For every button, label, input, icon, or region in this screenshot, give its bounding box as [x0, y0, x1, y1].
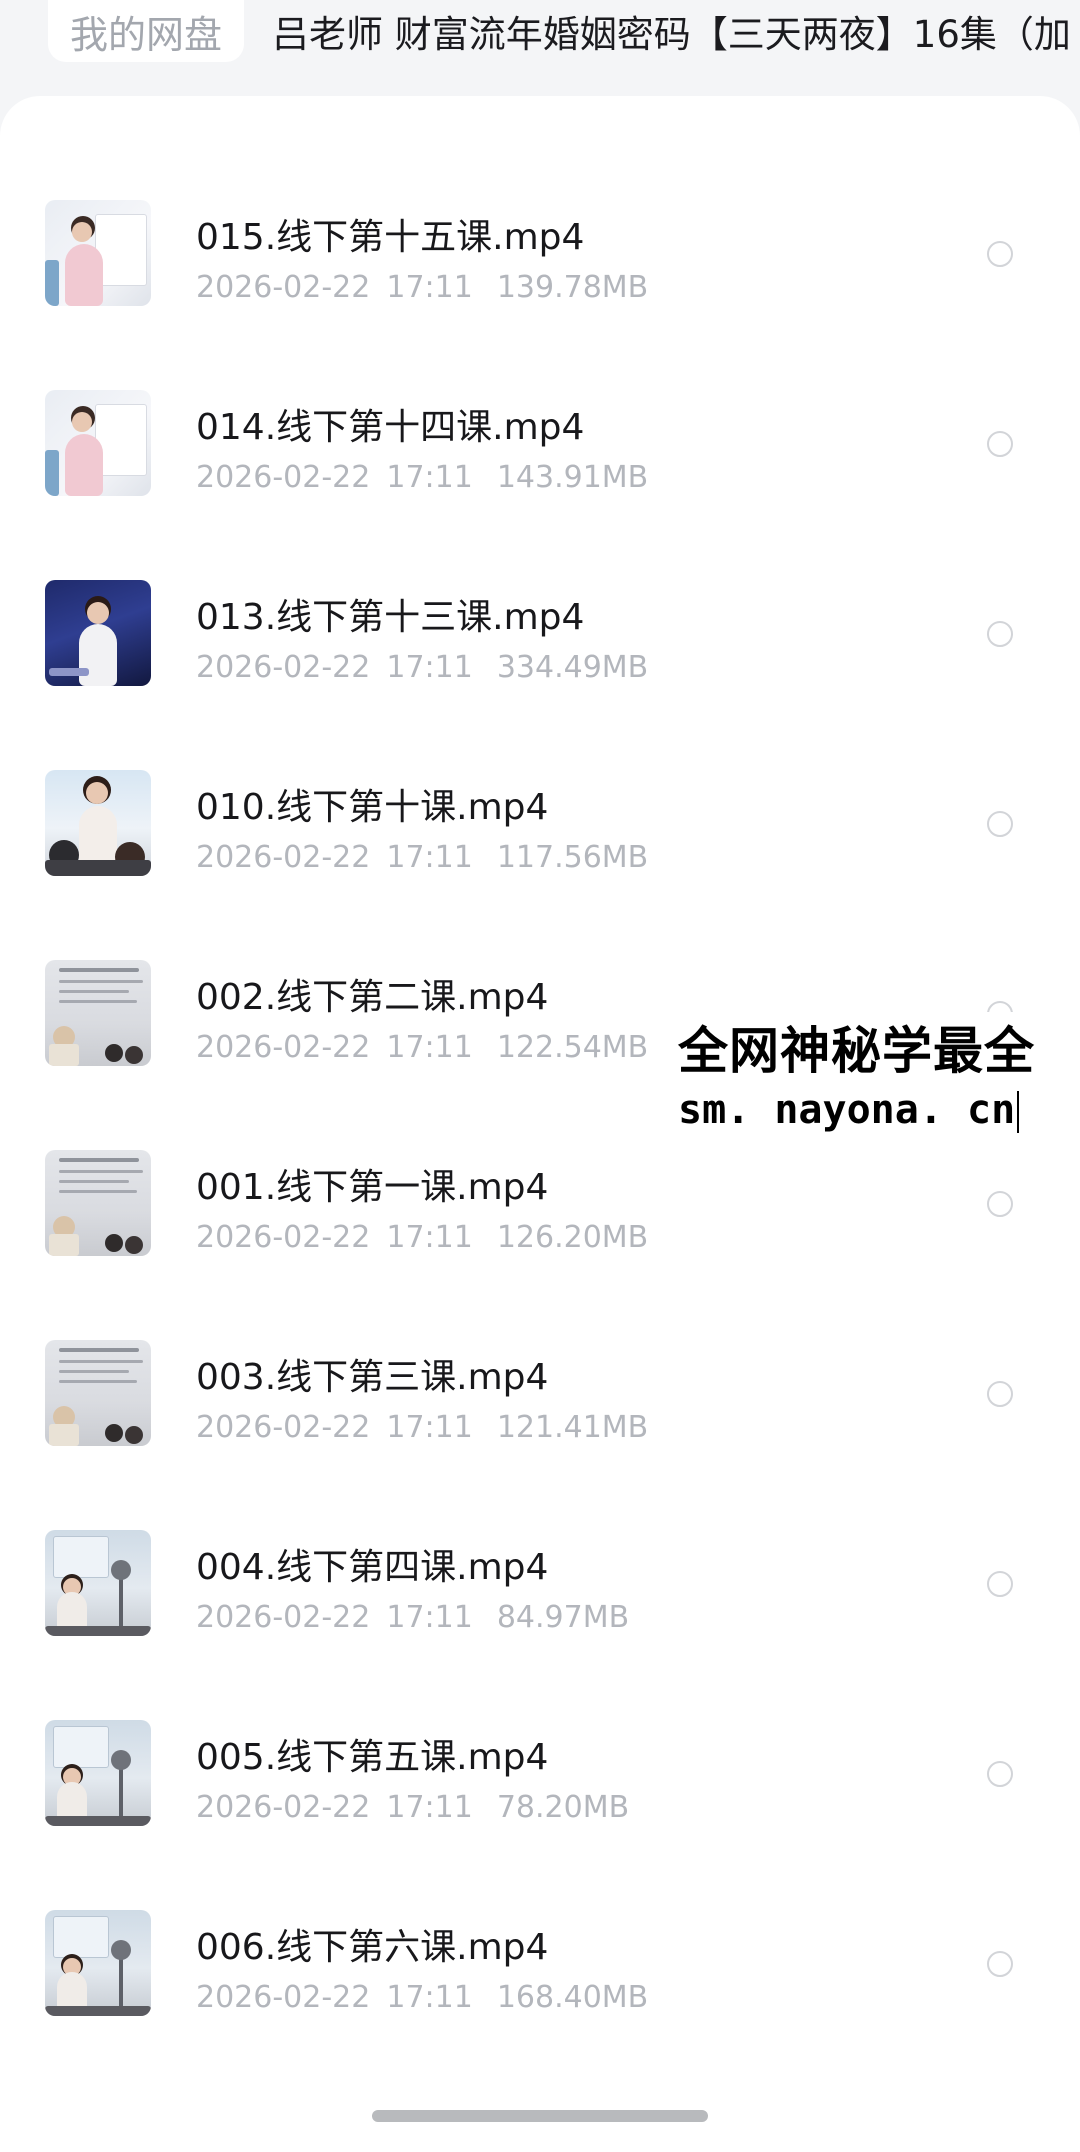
file-time: 17:11 — [386, 1030, 473, 1065]
breadcrumb-my-drive[interactable]: 我的网盘 — [48, 0, 245, 62]
file-row[interactable]: 003.线下第三课.mp4 2026-02-22 17:11 121.41MB — [0, 1320, 1080, 1470]
thumb-speaker-screen-icon — [45, 1910, 151, 2016]
thumb-speaker-board-icon — [45, 200, 151, 306]
file-meta: 2026-02-22 17:11 139.78MB — [196, 270, 648, 305]
file-time: 17:11 — [386, 1790, 473, 1825]
file-name: 001.线下第一课.mp4 — [196, 1167, 549, 1208]
file-row[interactable]: 013.线下第十三课.mp4 2026-02-22 17:11 334.49MB — [0, 560, 1080, 710]
select-checkbox[interactable] — [987, 241, 1013, 267]
file-name: 015.线下第十五课.mp4 — [196, 217, 585, 258]
select-checkbox[interactable] — [987, 431, 1013, 457]
file-row[interactable]: 004.线下第四课.mp4 2026-02-22 17:11 84.97MB — [0, 1510, 1080, 1660]
file-name: 004.线下第四课.mp4 — [196, 1547, 549, 1588]
file-meta: 2026-02-22 17:11 126.20MB — [196, 1220, 648, 1255]
file-size: 117.56MB — [496, 840, 649, 875]
thumb-slide-classroom-icon — [45, 1340, 151, 1446]
file-row[interactable]: 015.线下第十五课.mp4 2026-02-22 17:11 139.78MB — [0, 180, 1080, 330]
file-meta: 2026-02-22 17:11 121.41MB — [196, 1410, 648, 1445]
file-date: 2026-02-22 — [196, 1220, 371, 1255]
file-time: 17:11 — [386, 1410, 473, 1445]
watermark-url: sm. nayona. cn — [678, 1084, 1080, 1136]
select-checkbox[interactable] — [987, 1571, 1013, 1597]
file-meta: 2026-02-22 17:11 117.56MB — [196, 840, 648, 875]
file-size: 334.49MB — [496, 650, 649, 685]
file-size: 139.78MB — [496, 270, 649, 305]
file-time: 17:11 — [386, 840, 473, 875]
file-size: 168.40MB — [496, 1980, 649, 2015]
text-caret — [1017, 1091, 1020, 1133]
select-checkbox[interactable] — [987, 1761, 1013, 1787]
select-checkbox[interactable] — [987, 621, 1013, 647]
file-time: 17:11 — [386, 270, 473, 305]
watermark-overlay: 全网神秘学最全 sm. nayona. cn — [676, 1012, 1080, 1144]
file-date: 2026-02-22 — [196, 1600, 371, 1635]
file-name: 005.线下第五课.mp4 — [196, 1737, 549, 1778]
file-time: 17:11 — [386, 650, 473, 685]
select-checkbox[interactable] — [987, 1191, 1013, 1217]
file-time: 17:11 — [386, 1220, 473, 1255]
file-size: 143.91MB — [496, 460, 649, 495]
select-checkbox[interactable] — [987, 1381, 1013, 1407]
file-size: 84.97MB — [496, 1600, 630, 1635]
file-size: 121.41MB — [496, 1410, 649, 1445]
watermark-title: 全网神秘学最全 — [678, 1022, 1035, 1080]
thumb-speaker-board-icon — [45, 390, 151, 496]
file-name: 010.线下第十课.mp4 — [196, 787, 549, 828]
file-name: 014.线下第十四课.mp4 — [196, 407, 585, 448]
file-row[interactable]: 006.线下第六课.mp4 2026-02-22 17:11 168.40MB — [0, 1890, 1080, 2040]
file-meta: 2026-02-22 17:11 84.97MB — [196, 1600, 629, 1635]
file-date: 2026-02-22 — [196, 1980, 371, 2015]
file-meta: 2026-02-22 17:11 334.49MB — [196, 650, 648, 685]
file-date: 2026-02-22 — [196, 1030, 371, 1065]
file-meta: 2026-02-22 17:11 78.20MB — [196, 1790, 629, 1825]
home-indicator[interactable] — [372, 2110, 708, 2122]
file-size: 126.20MB — [496, 1220, 649, 1255]
file-time: 17:11 — [386, 1600, 473, 1635]
file-time: 17:11 — [386, 460, 473, 495]
file-date: 2026-02-22 — [196, 840, 371, 875]
select-checkbox[interactable] — [987, 1951, 1013, 1977]
file-meta: 2026-02-22 17:11 143.91MB — [196, 460, 648, 495]
file-name: 013.线下第十三课.mp4 — [196, 597, 585, 638]
select-checkbox[interactable] — [987, 811, 1013, 837]
file-time: 17:11 — [386, 1980, 473, 2015]
watermark-url-text: sm. nayona. cn — [678, 1087, 1016, 1133]
breadcrumb-current-folder: 吕老师 财富流年婚姻密码【三天两夜】16集（加 — [272, 13, 1071, 56]
thumb-speaker-screen-icon — [45, 1720, 151, 1826]
file-row[interactable]: 005.线下第五课.mp4 2026-02-22 17:11 78.20MB — [0, 1700, 1080, 1850]
file-size: 122.54MB — [496, 1030, 649, 1065]
file-row[interactable]: 001.线下第一课.mp4 2026-02-22 17:11 126.20MB — [0, 1130, 1080, 1280]
thumb-speaker-stage-icon — [45, 580, 151, 686]
breadcrumb: 我的网盘 吕老师 财富流年婚姻密码【三天两夜】16集（加 — [0, 0, 1080, 84]
file-meta: 2026-02-22 17:11 122.54MB — [196, 1030, 648, 1065]
file-date: 2026-02-22 — [196, 460, 371, 495]
file-date: 2026-02-22 — [196, 650, 371, 685]
file-name: 003.线下第三课.mp4 — [196, 1357, 549, 1398]
thumb-slide-classroom-icon — [45, 1150, 151, 1256]
thumb-speaker-audience-icon — [45, 770, 151, 876]
file-date: 2026-02-22 — [196, 1790, 371, 1825]
thumb-slide-classroom-icon — [45, 960, 151, 1066]
file-name: 006.线下第六课.mp4 — [196, 1927, 549, 1968]
file-meta: 2026-02-22 17:11 168.40MB — [196, 1980, 648, 2015]
file-name: 002.线下第二课.mp4 — [196, 977, 549, 1018]
file-row[interactable]: 014.线下第十四课.mp4 2026-02-22 17:11 143.91MB — [0, 370, 1080, 520]
file-row[interactable]: 010.线下第十课.mp4 2026-02-22 17:11 117.56MB — [0, 750, 1080, 900]
file-size: 78.20MB — [496, 1790, 630, 1825]
file-date: 2026-02-22 — [196, 270, 371, 305]
thumb-speaker-screen-icon — [45, 1530, 151, 1636]
file-date: 2026-02-22 — [196, 1410, 371, 1445]
